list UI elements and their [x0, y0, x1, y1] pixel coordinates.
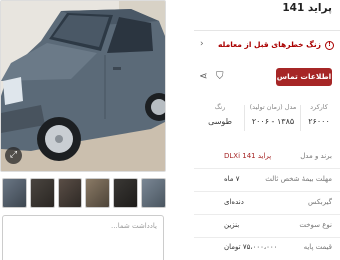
detail-value: ۷ ماه	[224, 175, 240, 183]
thumbnail[interactable]	[2, 178, 27, 208]
thumbnail[interactable]	[85, 178, 111, 208]
spec-mileage: کارکرد ۲۶۰۰۰	[300, 103, 338, 126]
divider	[244, 105, 245, 131]
main-photo[interactable]: ⤢	[0, 0, 166, 172]
detail-key: برند و مدل	[300, 152, 332, 160]
alert-icon: !	[325, 41, 334, 50]
warning-row[interactable]: ! زنگ خطرهای قبل از معامله ‹	[194, 38, 340, 54]
warning-text: زنگ خطرهای قبل از معامله	[217, 40, 321, 49]
note-placeholder: یادداشت شما...	[111, 222, 157, 230]
detail-row-insurance: مهلت بیمهٔ شخص ثالث ۷ ماه	[194, 170, 340, 192]
detail-key: قیمت پایه	[303, 243, 332, 251]
spec-model-year: مدل (زمان تولید) ۱۳۸۵ - ۲۰۰۶	[244, 103, 302, 126]
spec-value: ۱۳۸۵ - ۲۰۰۶	[251, 117, 295, 126]
detail-value-link[interactable]: پراید 141 DLXi	[224, 152, 271, 160]
car-image	[1, 1, 165, 171]
spec-label: مدل (زمان تولید)	[249, 103, 297, 111]
detail-row-price: قیمت پایه ۷۵،۰۰۰،۰۰۰ تومان	[194, 238, 340, 260]
expand-icon[interactable]: ⤢	[5, 147, 22, 164]
detail-key: مهلت بیمهٔ شخص ثالث	[265, 175, 332, 183]
detail-row-fuel: نوع سوخت بنزین	[194, 216, 340, 238]
bookmark-icon[interactable]: ⛉	[216, 71, 224, 82]
divider	[194, 30, 340, 31]
detail-value: ۷۵،۰۰۰،۰۰۰ تومان	[224, 243, 278, 251]
detail-value: دنده‌ای	[224, 198, 244, 206]
detail-row-gearbox: گیربکس دنده‌ای	[194, 193, 340, 215]
contact-info-button[interactable]: اطلاعات تماس	[276, 68, 332, 86]
spec-color: رنگ طوسی	[198, 103, 242, 126]
spec-value: طوسی	[208, 117, 232, 126]
detail-value: بنزین	[224, 221, 240, 229]
detail-row-brand: برند و مدل پراید 141 DLXi	[194, 147, 340, 169]
detail-key: نوع سوخت	[299, 221, 332, 229]
thumbnail[interactable]	[29, 178, 55, 208]
thumbnail[interactable]	[113, 178, 139, 208]
thumbnail[interactable]	[57, 178, 83, 208]
spec-label: رنگ	[214, 103, 226, 111]
thumbnail[interactable]	[141, 178, 166, 208]
detail-key: گیربکس	[307, 198, 332, 206]
thumbnail-strip	[2, 178, 166, 208]
share-icon[interactable]: ⋖	[199, 71, 207, 82]
page-title: پراید 141	[282, 2, 332, 14]
spec-label: کارکرد	[310, 103, 328, 111]
chevron-left-icon: ‹	[200, 39, 204, 49]
note-field[interactable]: یادداشت شما...	[2, 215, 164, 260]
spec-value: ۲۶۰۰۰	[308, 117, 330, 126]
